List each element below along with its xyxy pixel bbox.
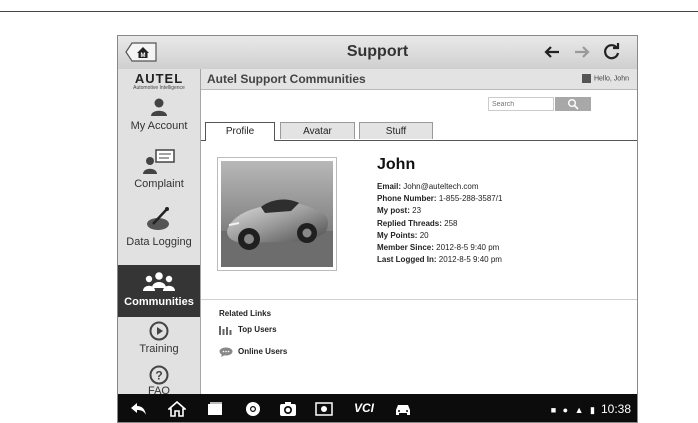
camera-button[interactable] <box>279 401 297 417</box>
display-settings-button[interactable] <box>315 401 333 417</box>
search-input[interactable] <box>488 97 554 111</box>
title-bar: M Support <box>118 36 637 70</box>
sidebar-item-complaint[interactable]: Complaint <box>118 149 200 199</box>
main-content: Autel Support Communities Hello, John Pr… <box>201 69 637 394</box>
autel-logo: AUTEL Automotive Intelligence <box>133 71 185 91</box>
user-icon <box>151 98 167 116</box>
complaint-icon <box>143 149 175 174</box>
status-area: ■ ● ▲ ▮ 10:38 <box>551 402 631 416</box>
sidebar: AUTEL Automotive Intelligence My Account… <box>118 69 201 397</box>
points-row: My Points: 20 <box>377 230 429 240</box>
notification-icons: ■ ● ▲ ▮ <box>550 405 597 415</box>
search-icon <box>568 99 579 110</box>
page-top-rule <box>0 11 698 12</box>
profile-details: Email: John@auteltech.com Phone Number: … <box>377 181 502 266</box>
forward-button[interactable] <box>572 42 592 62</box>
home-nav-button[interactable] <box>166 400 188 417</box>
back-button[interactable] <box>542 42 562 62</box>
chrome-icon <box>246 402 260 416</box>
vehicle-button[interactable] <box>394 401 412 417</box>
back-nav-button[interactable] <box>130 401 148 417</box>
sidebar-item-label: My Account <box>130 120 188 132</box>
car-icon <box>396 405 410 415</box>
tab-avatar[interactable]: Avatar <box>280 122 355 139</box>
sidebar-item-data-logging[interactable]: Data Logging <box>118 205 200 261</box>
tab-stuff[interactable]: Stuff <box>359 122 433 139</box>
refresh-icon <box>604 43 620 60</box>
tab-profile[interactable]: Profile <box>205 122 275 141</box>
section-divider <box>201 299 637 300</box>
user-icon <box>581 74 591 83</box>
sidebar-item-training[interactable]: Training <box>118 321 200 361</box>
profile-name: John <box>377 156 416 173</box>
email-row: Email: John@auteltech.com <box>377 182 479 191</box>
link-top-users[interactable]: Top Users <box>219 325 277 335</box>
last-login-row: Last Logged In: 2012-8-5 9:40 pm <box>377 255 502 265</box>
profile-photo <box>217 157 337 271</box>
sidebar-item-label: Complaint <box>134 178 184 190</box>
related-links-title: Related Links <box>219 309 272 318</box>
sidebar-item-label: Communities <box>124 296 194 308</box>
display-icon <box>315 402 333 416</box>
user-greeting[interactable]: Hello, John <box>581 74 629 83</box>
data-logging-icon <box>147 207 169 230</box>
vci-button[interactable]: VCI <box>354 401 378 417</box>
communities-icon <box>143 272 175 291</box>
link-online-users[interactable]: Online Users <box>219 347 287 357</box>
sidebar-item-label: Data Logging <box>126 236 192 248</box>
section-title: Autel Support Communities <box>207 72 366 86</box>
phone-row: Phone Number: 1-855-288-3587/1 <box>377 194 503 204</box>
sidebar-item-my-account[interactable]: My Account <box>118 97 200 147</box>
recent-apps-button[interactable] <box>206 401 224 417</box>
clock: 10:38 <box>600 402 631 416</box>
camera-icon <box>280 402 296 416</box>
back-icon <box>131 403 146 415</box>
question-icon: ? <box>149 365 169 385</box>
recent-apps-icon <box>208 402 222 415</box>
communities-header: Autel Support Communities Hello, John <box>201 69 637 90</box>
browser-button[interactable] <box>244 401 262 417</box>
arrow-left-icon <box>544 46 559 58</box>
member-since-row: Member Since: 2012-8-5 9:40 pm <box>377 243 500 253</box>
profile-tabs: Profile Avatar Stuff <box>201 122 637 141</box>
replied-row: Replied Threads: 258 <box>377 218 458 228</box>
sidebar-item-label: Training <box>139 343 179 355</box>
search-button[interactable] <box>555 97 591 111</box>
posts-row: My post: 23 <box>377 206 422 216</box>
play-icon <box>149 321 169 341</box>
refresh-button[interactable] <box>602 42 622 62</box>
chat-icon <box>219 347 233 357</box>
tablet-screen: M Support AUTEL Automotive Intelligence <box>117 35 638 423</box>
arrow-right-icon <box>575 46 590 58</box>
sidebar-item-faq[interactable]: ? FAQ <box>118 365 200 397</box>
home-icon <box>166 400 188 417</box>
system-bar: VCI ■ ● ▲ ▮ 10:38 <box>118 394 637 422</box>
svg-text:?: ? <box>155 369 162 383</box>
car-image <box>221 161 333 267</box>
bar-chart-icon <box>219 326 232 335</box>
sidebar-item-communities[interactable]: Communities <box>118 265 200 317</box>
